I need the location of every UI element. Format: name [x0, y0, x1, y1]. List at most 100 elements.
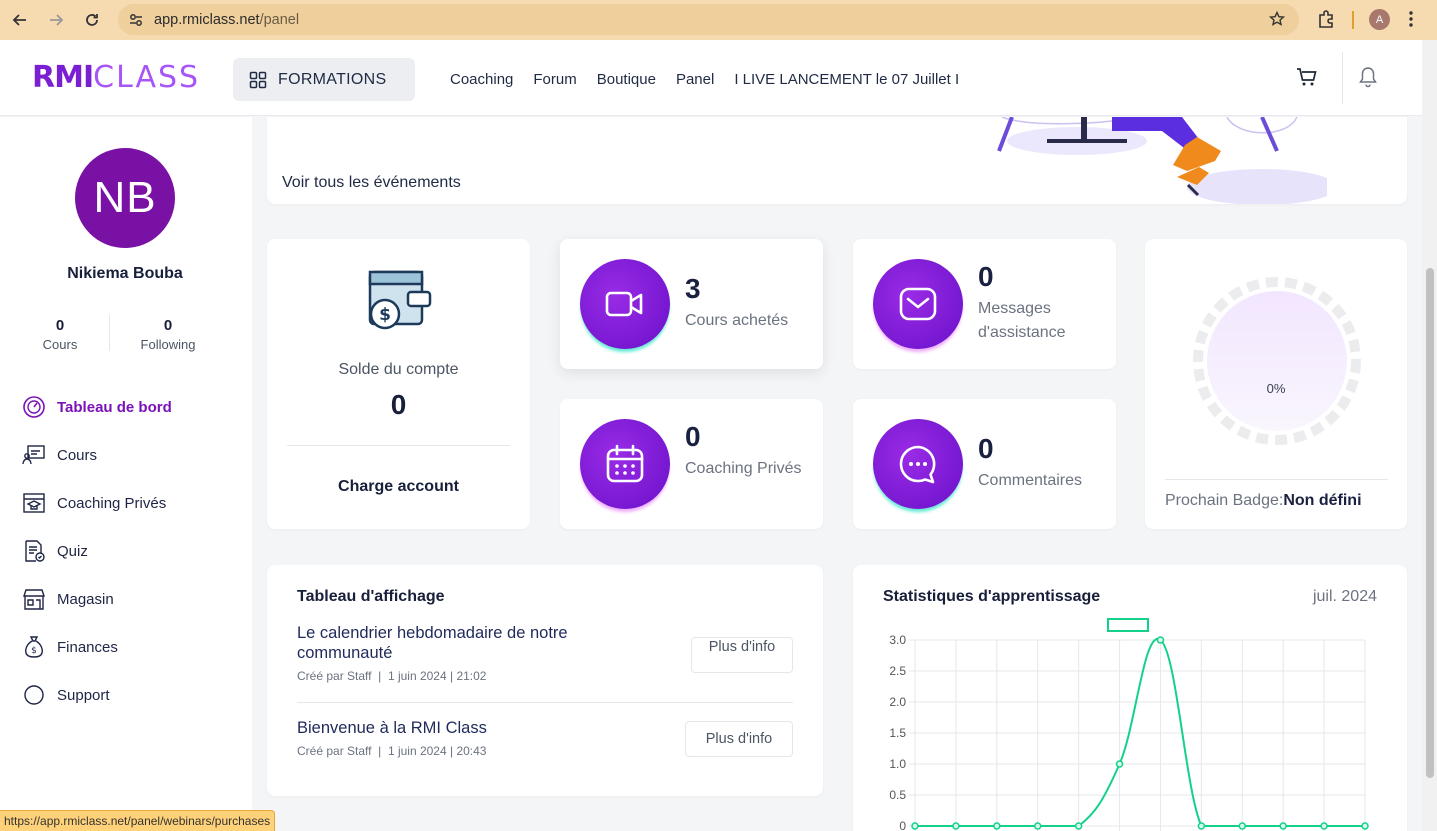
badge-progress-percent: 0%: [1266, 381, 1286, 396]
private-coaching-card[interactable]: 0 Coaching Privés: [560, 399, 823, 529]
data-point: [1074, 822, 1083, 830]
nav-panel[interactable]: Panel: [676, 71, 714, 88]
mail-icon: [899, 287, 937, 321]
browser-toolbar: app.rmiclass.net/panel A: [0, 0, 1437, 40]
cart-icon[interactable]: [1296, 67, 1318, 92]
page-scrollbar[interactable]: [1422, 40, 1437, 831]
sidebar-item-finances[interactable]: $ Finances: [22, 623, 172, 671]
support-icon: [24, 685, 44, 705]
y-tick-label: 1.5: [889, 726, 906, 740]
support-messages-label: Messages d'assistance: [978, 300, 1066, 341]
sidebar-item-support[interactable]: Support: [22, 671, 172, 719]
data-point: [1115, 760, 1124, 768]
y-tick-label: 1.0: [889, 757, 906, 771]
balance-divider: [287, 445, 510, 446]
more-info-button[interactable]: Plus d'info: [691, 637, 793, 673]
data-point: [1361, 822, 1369, 830]
site-settings-icon[interactable]: [126, 10, 146, 30]
nav-forum[interactable]: Forum: [533, 71, 576, 88]
forward-icon[interactable]: [44, 8, 68, 32]
events-illustration: [997, 117, 1327, 204]
all-events-link[interactable]: Voir tous les événements: [282, 174, 461, 192]
bulletin-board-title: Tableau d'affichage: [297, 588, 445, 605]
next-badge-card: 0% Prochain Badge:Non défini: [1145, 239, 1407, 529]
series-line: [915, 638, 1365, 827]
learning-statistics-card: Statistiques d'apprentissage juil. 2024 …: [853, 565, 1407, 831]
charge-account-button[interactable]: Charge account: [267, 478, 530, 496]
data-point: [952, 822, 960, 830]
support-messages-count: 0: [978, 261, 994, 292]
browser-menu-icon[interactable]: [1408, 9, 1414, 34]
comments-count: 0: [978, 433, 994, 464]
url-text: app.rmiclass.net/panel: [154, 11, 300, 28]
bulletin-item-title[interactable]: Bienvenue à la RMI Class: [297, 718, 657, 738]
data-point: [1279, 822, 1287, 830]
bookmark-star-icon[interactable]: [1268, 10, 1286, 32]
video-icon: [605, 291, 643, 317]
nav-live-launch[interactable]: I LIVE LANCEMENT le 07 Juillet I: [734, 71, 959, 88]
store-icon: [23, 589, 45, 610]
notification-bell-icon[interactable]: [1358, 66, 1378, 93]
bulletin-board-card: Tableau d'affichage Le calendrier hebdom…: [267, 565, 823, 796]
account-balance-card: $ Solde du compte 0 Charge account: [267, 239, 530, 529]
app-header: RMICLASS FORMATIONS Coaching Forum Bouti…: [0, 40, 1422, 116]
finance-icon: $: [25, 636, 43, 658]
next-badge-line: Prochain Badge:Non défini: [1165, 492, 1362, 509]
purchased-courses-count: 3: [685, 273, 701, 304]
data-point: [1238, 822, 1247, 830]
sidebar-item-coaching[interactable]: Coaching Privés: [22, 479, 172, 527]
profile-avatar-icon[interactable]: A: [1369, 9, 1390, 30]
bulletin-item: Le calendrier hebdomadaire de notre comm…: [297, 623, 793, 683]
user-avatar[interactable]: NB: [75, 148, 175, 248]
y-tick-label: 0.5: [889, 788, 906, 802]
chat-icon-circle: [873, 419, 963, 509]
bulletin-item-title[interactable]: Le calendrier hebdomadaire de notre comm…: [297, 623, 657, 663]
bulletin-item: Bienvenue à la RMI Class Créé par Staff …: [297, 718, 793, 758]
svg-text:$: $: [379, 305, 391, 325]
more-info-button[interactable]: Plus d'info: [685, 721, 793, 757]
bulletin-divider: [297, 702, 793, 703]
data-point: [1320, 822, 1328, 830]
sidebar-item-cours[interactable]: Cours: [22, 431, 172, 479]
events-card: Voir tous les événements: [267, 117, 1407, 204]
dashboard-icon: [23, 396, 45, 418]
nav-boutique[interactable]: Boutique: [597, 71, 656, 88]
back-icon[interactable]: [8, 8, 32, 32]
legend-swatch: [1107, 618, 1149, 632]
formations-button[interactable]: FORMATIONS: [233, 58, 415, 101]
learning-line-chart: 0 0.5 1.0 1.5 2.0 2.5 3.0: [889, 618, 1369, 831]
rmiclass-logo[interactable]: RMICLASS: [32, 60, 200, 95]
grid-icon: [249, 71, 267, 88]
badge-progress-ring: [1193, 277, 1361, 445]
course-icon: [22, 445, 45, 465]
sidebar-item-quiz[interactable]: Quiz: [22, 527, 172, 575]
status-bar-url: https://app.rmiclass.net/panel/webinars/…: [0, 810, 276, 831]
support-messages-card[interactable]: 0 Messages d'assistance: [853, 239, 1116, 369]
comments-label: Commentaires: [978, 472, 1083, 489]
formations-label: FORMATIONS: [278, 70, 387, 88]
sidebar-menu: Tableau de bord Cours Coaching Privés Qu…: [22, 383, 172, 719]
data-point: [1197, 822, 1206, 830]
reload-icon[interactable]: [80, 8, 104, 32]
sidebar-item-magasin[interactable]: Magasin: [22, 575, 172, 623]
calendar-icon-circle: [580, 419, 670, 509]
toolbar-divider: [1352, 11, 1354, 29]
data-point: [993, 822, 1001, 830]
quiz-icon: [25, 540, 45, 562]
address-bar[interactable]: app.rmiclass.net/panel: [118, 4, 1299, 35]
svg-text:$: $: [31, 646, 37, 656]
video-icon-circle: [580, 259, 670, 349]
purchased-courses-card[interactable]: 3 Cours achetés: [560, 239, 823, 369]
courses-stat: 0 Cours: [42, 317, 78, 352]
nav-coaching[interactable]: Coaching: [450, 71, 513, 88]
balance-value: 0: [390, 389, 407, 420]
scrollbar-thumb[interactable]: [1426, 268, 1434, 778]
badge-divider: [1165, 479, 1388, 480]
wallet-icon: $: [368, 270, 432, 330]
calendar-icon: [606, 444, 644, 483]
comments-card[interactable]: 0 Commentaires: [853, 399, 1116, 529]
extensions-icon[interactable]: [1316, 9, 1336, 34]
message-icon-circle: [873, 259, 963, 349]
sidebar-item-dashboard[interactable]: Tableau de bord: [22, 383, 172, 431]
private-coaching-label: Coaching Privés: [685, 460, 802, 477]
